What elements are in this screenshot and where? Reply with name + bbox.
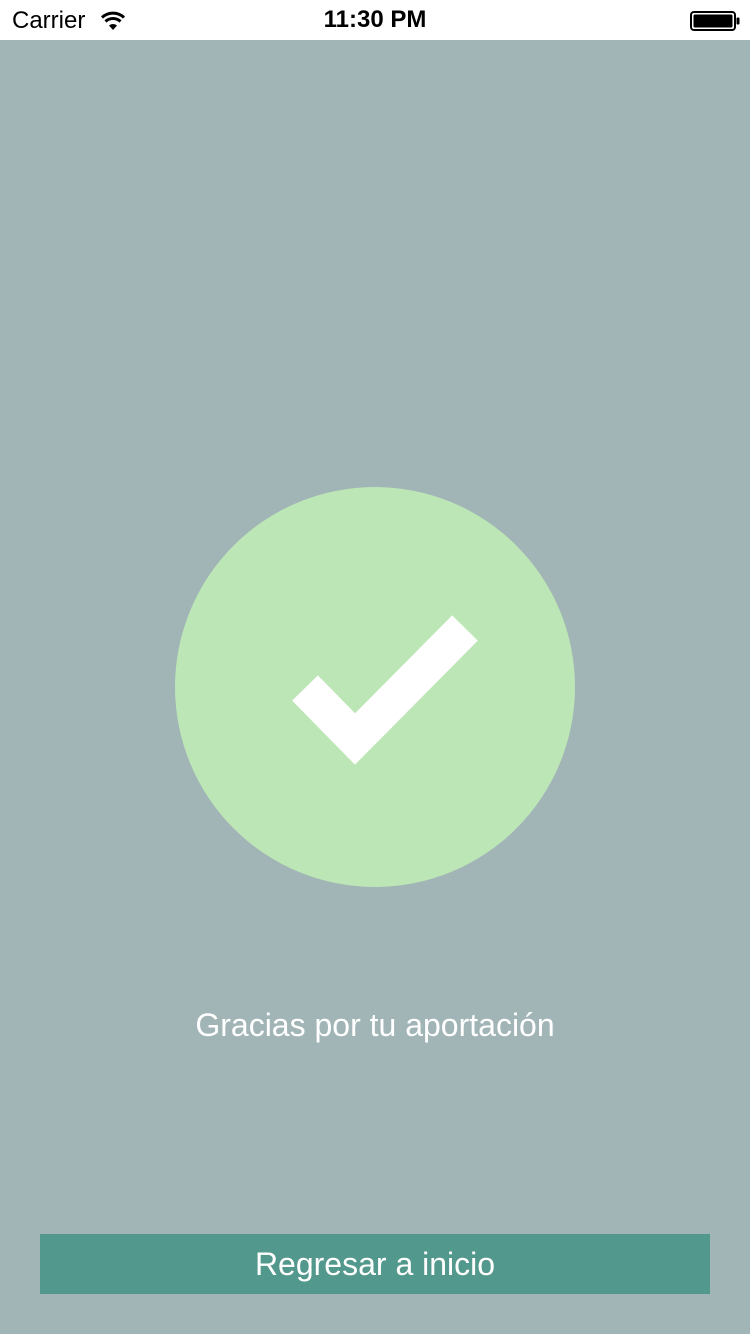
success-circle xyxy=(175,487,575,887)
thanks-message: Gracias por tu aportación xyxy=(195,1007,555,1043)
battery-full-icon xyxy=(690,11,740,31)
status-bar: Carrier 11:30 PM xyxy=(0,0,750,40)
checkmark-icon xyxy=(292,615,478,765)
clock: 11:30 PM xyxy=(323,6,427,33)
return-home-button[interactable]: Regresar a inicio xyxy=(40,1234,710,1294)
